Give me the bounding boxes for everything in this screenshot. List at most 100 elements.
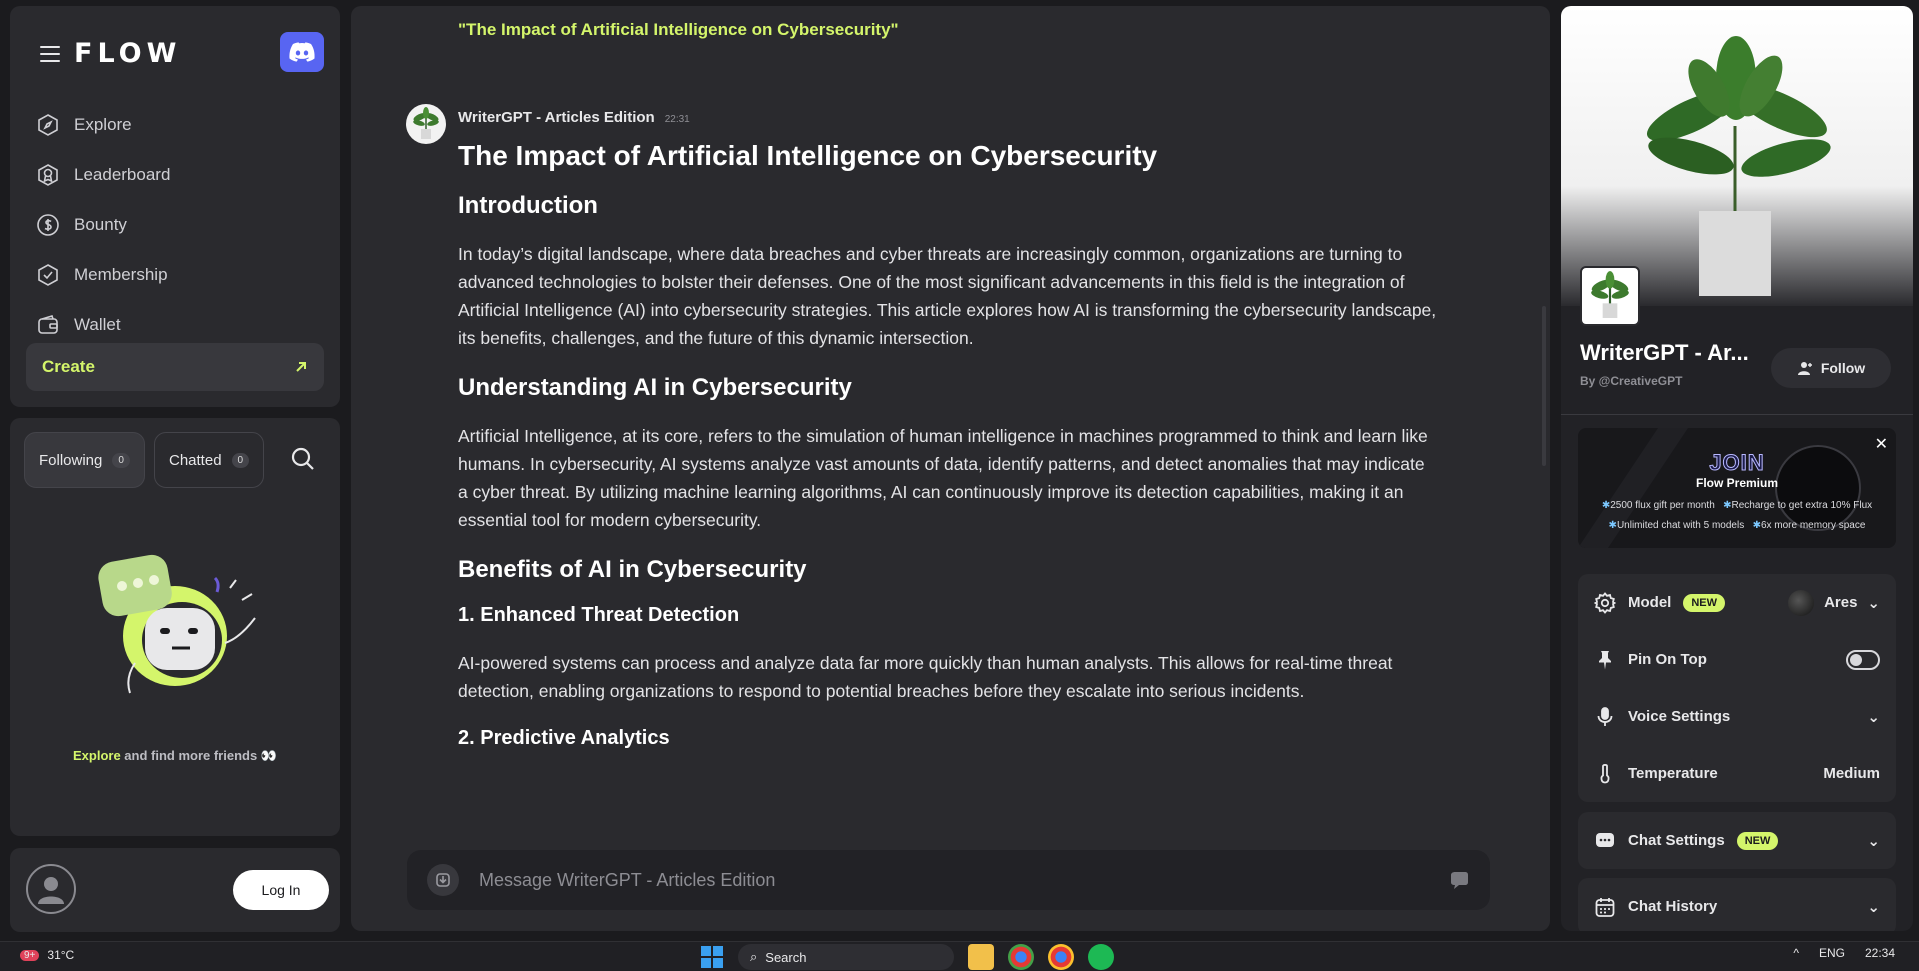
tab-count: 0 xyxy=(231,452,250,468)
nav-label: Leaderboard xyxy=(74,165,171,184)
divider xyxy=(1561,414,1913,415)
nav-label: Membership xyxy=(74,265,168,284)
nav-item-explore[interactable]: Explore xyxy=(36,100,326,150)
message-time: 22:31 xyxy=(664,114,690,125)
promo-line-2: ✱Unlimited chat with 5 models ✱6x more m… xyxy=(1608,520,1866,531)
plant-icon xyxy=(1591,271,1629,318)
chat-settings-row[interactable]: Chat Settings NEW ⌄ xyxy=(1578,812,1896,869)
tab-following[interactable]: Following 0 xyxy=(24,432,145,488)
bot-avatar[interactable] xyxy=(406,104,446,144)
chat-scrollbar[interactable] xyxy=(1542,306,1546,466)
menu-icon[interactable] xyxy=(40,45,60,62)
subsection-heading: 1. Enhanced Threat Detection xyxy=(458,604,740,626)
account-panel: Log In xyxy=(10,848,340,932)
discord-button[interactable] xyxy=(280,32,324,72)
nav-item-membership[interactable]: Membership xyxy=(36,250,326,300)
promo-feature: 2500 flux gift per month xyxy=(1610,500,1715,511)
bot-author[interactable]: By @CreativeGPT xyxy=(1580,374,1682,388)
chevron-down-icon: ⌄ xyxy=(1867,594,1880,612)
tab-chatted[interactable]: Chatted 0 xyxy=(154,432,265,488)
pin-toggle[interactable] xyxy=(1846,649,1880,670)
arrow-up-right-icon xyxy=(296,362,306,372)
section-heading: Understanding AI in Cybersecurity xyxy=(458,374,852,401)
taskbar-search[interactable]: ⌕ Search xyxy=(738,944,954,970)
follow-button[interactable]: Follow xyxy=(1771,348,1891,388)
os-taskbar: 9+ 31°C ⌕ Search ^ ENG 22:34 xyxy=(0,941,1919,971)
previous-user-message: "The Impact of Artificial Intelligence o… xyxy=(458,20,899,39)
wallet-icon xyxy=(38,315,58,334)
search-icon: ⌕ xyxy=(750,949,758,964)
pin-row: Pin On Top xyxy=(1578,631,1896,688)
spotify-icon[interactable] xyxy=(1088,944,1114,970)
bot-info-panel: WriterGPT - Ar... By @CreativeGPT Follow… xyxy=(1561,6,1913,931)
model-selector[interactable]: Ares ⌄ xyxy=(1788,589,1880,616)
voice-row[interactable]: Voice Settings ⌄ xyxy=(1578,688,1896,745)
bot-message: The Impact of Artificial Intelligence on… xyxy=(458,140,1438,772)
model-row[interactable]: Model NEW Ares ⌄ xyxy=(1578,574,1896,631)
nav-item-leaderboard[interactable]: Leaderboard xyxy=(36,150,326,200)
chat-icon xyxy=(1596,832,1614,847)
badge-icon xyxy=(38,264,58,286)
chat-settings-label: Chat Settings xyxy=(1628,832,1725,849)
premium-promo-banner[interactable]: JOIN Flow Premium ✱2500 flux gift per mo… xyxy=(1578,428,1896,548)
explore-hint-text: and find more friends 👀 xyxy=(124,748,277,763)
explore-link[interactable]: Explore xyxy=(73,748,121,763)
temperature-row[interactable]: Temperature Medium xyxy=(1578,745,1896,802)
tab-label: Following xyxy=(39,451,103,469)
article-title: The Impact of Artificial Intelligence on… xyxy=(458,140,1158,171)
new-badge: NEW xyxy=(1736,831,1779,850)
gear-icon xyxy=(1594,591,1616,614)
tab-count: 0 xyxy=(112,452,130,468)
message-input[interactable] xyxy=(479,869,1448,891)
close-icon[interactable]: ✕ xyxy=(1875,434,1888,454)
nav-item-bounty[interactable]: Bounty xyxy=(36,200,326,250)
promo-feature: Recharge to get extra 10% Flux xyxy=(1731,500,1873,511)
promo-join: JOIN xyxy=(1709,450,1765,476)
friends-panel: Following 0 Chatted 0 Explore and find m… xyxy=(10,418,340,836)
create-label: Create xyxy=(42,357,95,376)
file-explorer-icon[interactable] xyxy=(968,944,994,970)
bot-settings: Model NEW Ares ⌄ Pin On Top Voice Settin… xyxy=(1578,574,1896,802)
thermometer-icon xyxy=(1600,763,1610,783)
chevron-down-icon: ⌄ xyxy=(1867,898,1880,916)
model-avatar xyxy=(1788,589,1815,616)
send-icon[interactable] xyxy=(1448,869,1470,891)
temperature-value: Medium xyxy=(1823,765,1880,782)
chrome-icon[interactable] xyxy=(1008,944,1034,970)
explore-hint: Explore and find more friends 👀 xyxy=(10,748,340,764)
promo-line-1: ✱2500 flux gift per month ✱Recharge to g… xyxy=(1601,500,1873,511)
search-icon[interactable] xyxy=(290,446,316,472)
clock[interactable]: 22:34 xyxy=(1865,946,1895,960)
language-indicator[interactable]: ENG xyxy=(1819,946,1845,960)
subsection-heading: 2. Predictive Analytics xyxy=(458,727,670,749)
compass-icon xyxy=(38,114,58,136)
bot-title: WriterGPT - Ar... xyxy=(1580,340,1749,365)
section-heading: Introduction xyxy=(458,192,598,219)
chevron-down-icon: ⌄ xyxy=(1867,708,1880,726)
chrome-icon[interactable] xyxy=(1048,944,1074,970)
message-header: WriterGPT - Articles Edition 22:31 xyxy=(458,109,690,126)
download-icon xyxy=(436,873,450,887)
login-button[interactable]: Log In xyxy=(233,870,329,910)
attach-button[interactable] xyxy=(427,864,459,896)
chat-history-row[interactable]: Chat History ⌄ xyxy=(1578,878,1896,931)
bot-thumbnail xyxy=(1580,266,1640,326)
flow-logo[interactable]: FLOW xyxy=(74,38,181,69)
chevron-up-icon[interactable]: ^ xyxy=(1793,946,1799,960)
create-button[interactable]: Create xyxy=(26,343,324,391)
plant-illustration xyxy=(1646,36,1831,296)
follow-label: Follow xyxy=(1820,360,1866,376)
avatar[interactable] xyxy=(26,864,76,914)
bot-name: WriterGPT - Articles Edition xyxy=(458,109,655,126)
windows-start-icon[interactable] xyxy=(700,945,724,969)
user-icon xyxy=(38,877,64,904)
promo-feature: Unlimited chat with 5 models xyxy=(1616,520,1745,531)
dollar-icon xyxy=(37,214,59,236)
weather-widget[interactable]: 9+ 31°C xyxy=(20,948,74,962)
chevron-down-icon: ⌄ xyxy=(1867,832,1880,850)
new-badge: NEW xyxy=(1683,593,1726,612)
system-tray: ^ ENG 22:34 xyxy=(1793,946,1895,960)
friends-illustration xyxy=(98,554,256,694)
taskbar-search-label: Search xyxy=(765,949,807,965)
nav-label: Bounty xyxy=(74,215,127,234)
